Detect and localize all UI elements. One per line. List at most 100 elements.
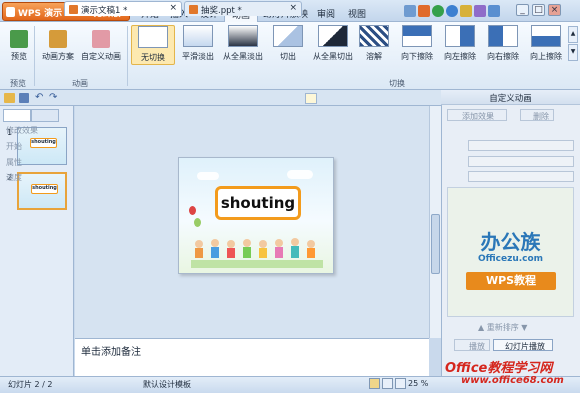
close-button[interactable]: × [548, 4, 561, 16]
transition-thumbnail [183, 25, 213, 47]
settings-icon[interactable] [488, 5, 500, 17]
balloon-shape [189, 206, 196, 215]
reorder-control[interactable]: ▲ 重新排序 ▼ [478, 322, 527, 333]
reorder-label: 重新排序 [486, 323, 519, 332]
tab-lottery-label: 抽奖.ppt * [201, 6, 242, 16]
ribbon-separator [127, 26, 128, 86]
tab-presentation1-label: 演示文稿1 * [81, 6, 128, 16]
cloud-shape [197, 172, 219, 180]
transition-cut[interactable]: 切出 [266, 25, 310, 62]
folder-icon[interactable] [4, 93, 15, 103]
transition-label: 向左擦除 [444, 52, 476, 61]
transition-cut-black[interactable]: 从全黑切出 [311, 25, 355, 62]
start-label: 开始 [6, 142, 22, 151]
tab-lottery[interactable]: 抽奖.ppt * × [184, 1, 302, 16]
arrow-up-icon: ▲ [478, 323, 487, 332]
close-icon[interactable]: × [169, 3, 177, 13]
preview-button[interactable]: 预览 [5, 30, 33, 62]
transition-wipe-down[interactable]: 向下擦除 [395, 25, 439, 62]
presentation-file-icon [69, 5, 78, 14]
new-tab-icon[interactable] [305, 93, 317, 104]
transition-smooth-fade[interactable]: 平滑淡出 [176, 25, 220, 62]
balloon-shape [194, 218, 201, 227]
watermark-line1: Office教程学习网 [445, 361, 553, 376]
play-button[interactable]: 播放 [454, 339, 490, 351]
redo-icon[interactable]: ↷ [49, 92, 57, 103]
transition-thumbnail [318, 25, 348, 47]
gallery-scroll-up[interactable]: ▲ [568, 26, 578, 43]
task-pane-title: 自定义动画 [489, 94, 532, 104]
notes-pane[interactable]: 单击添加备注 [75, 338, 429, 376]
slide-thumbnail-title: shouting [31, 184, 58, 194]
transition-wipe-right[interactable]: 向右擦除 [481, 25, 525, 62]
tab-review[interactable]: 审阅 [310, 3, 342, 22]
tab-presentation1[interactable]: 演示文稿1 * × [64, 1, 182, 16]
wps-logo-icon [6, 7, 15, 17]
animation-scheme-label: 动画方案 [42, 52, 74, 61]
tab-view[interactable]: 视图 [341, 3, 373, 22]
transition-thumbnail [445, 25, 475, 47]
save-icon[interactable] [19, 93, 29, 103]
slide-thumbnail-2[interactable]: shouting [17, 172, 67, 210]
transition-wipe-up[interactable]: 向上擦除 [524, 25, 568, 62]
speed-select[interactable] [468, 171, 574, 182]
user-icon[interactable] [446, 5, 458, 17]
transition-thumbnail [359, 25, 389, 47]
transition-wipe-left[interactable]: 向左擦除 [438, 25, 482, 62]
minimize-button[interactable]: _ [516, 4, 529, 16]
current-slide[interactable]: shouting [178, 157, 334, 274]
group-label-animation: 动画 [72, 79, 88, 88]
custom-animation-button[interactable]: 自定义动画 [81, 30, 121, 62]
task-pane-header: 自定义动画 [441, 90, 580, 105]
slide-sorter-icon[interactable] [382, 378, 393, 389]
slide-thumbnail-title: shouting [30, 138, 57, 148]
home-icon[interactable] [418, 5, 430, 17]
slideshow-view-icon[interactable] [395, 378, 406, 389]
ribbon-separator [34, 26, 35, 86]
transition-label: 平滑淡出 [182, 52, 214, 61]
modify-effect-label: 修改效果 [6, 126, 38, 135]
normal-view-icon[interactable] [369, 378, 380, 389]
skin-icon[interactable] [460, 5, 472, 17]
undo-icon[interactable]: ↶ [35, 92, 43, 103]
vertical-scrollbar[interactable] [429, 106, 441, 338]
slide-title-box[interactable]: shouting [215, 186, 301, 220]
presentation-file-icon [189, 5, 198, 14]
watermark-line2: www.office68.com [461, 375, 564, 386]
transition-fade-black[interactable]: 从全黑淡出 [221, 25, 265, 62]
cloud-shape [287, 170, 313, 179]
logo-cn-text: 办公族 [480, 230, 541, 254]
transition-label: 从全黑切出 [313, 52, 353, 61]
slides-view-tab[interactable] [31, 109, 59, 122]
property-label: 属性 [6, 158, 22, 167]
feedback-icon[interactable] [474, 5, 486, 17]
slideshow-button[interactable]: 幻灯片播放 [493, 339, 553, 351]
delete-effect-label: 删除 [533, 112, 549, 121]
scrollbar-thumb[interactable] [431, 214, 440, 274]
help-icon[interactable] [404, 5, 416, 17]
delete-effect-button[interactable]: 删除 [520, 109, 554, 121]
transition-label: 切出 [280, 52, 296, 61]
add-effect-button[interactable]: 添加效果 [447, 109, 507, 121]
globe-icon[interactable] [432, 5, 444, 17]
transition-label: 从全黑淡出 [223, 52, 263, 61]
add-effect-label: 添加效果 [462, 112, 494, 121]
scheme-icon [49, 30, 67, 48]
preview-label: 预览 [11, 52, 27, 61]
property-select[interactable] [468, 156, 574, 167]
transition-label: 无切换 [141, 53, 165, 62]
gallery-scroll-down[interactable]: ▼ [568, 44, 578, 61]
group-label-preview: 预览 [10, 79, 26, 88]
transition-none[interactable]: 无切换 [131, 25, 175, 65]
maximize-button[interactable]: □ [532, 4, 545, 16]
transition-thumbnail [402, 25, 432, 47]
close-icon[interactable]: × [289, 3, 297, 13]
arrow-down-icon: ▼ [518, 323, 528, 332]
custom-animation-label: 自定义动画 [81, 52, 121, 61]
outline-view-tab[interactable] [3, 109, 31, 122]
transition-thumbnail [531, 25, 561, 47]
animation-scheme-button[interactable]: 动画方案 [38, 30, 78, 62]
logo-tag-text: WPS教程 [466, 272, 556, 290]
start-select[interactable] [468, 140, 574, 151]
transition-dissolve[interactable]: 溶解 [352, 25, 396, 62]
